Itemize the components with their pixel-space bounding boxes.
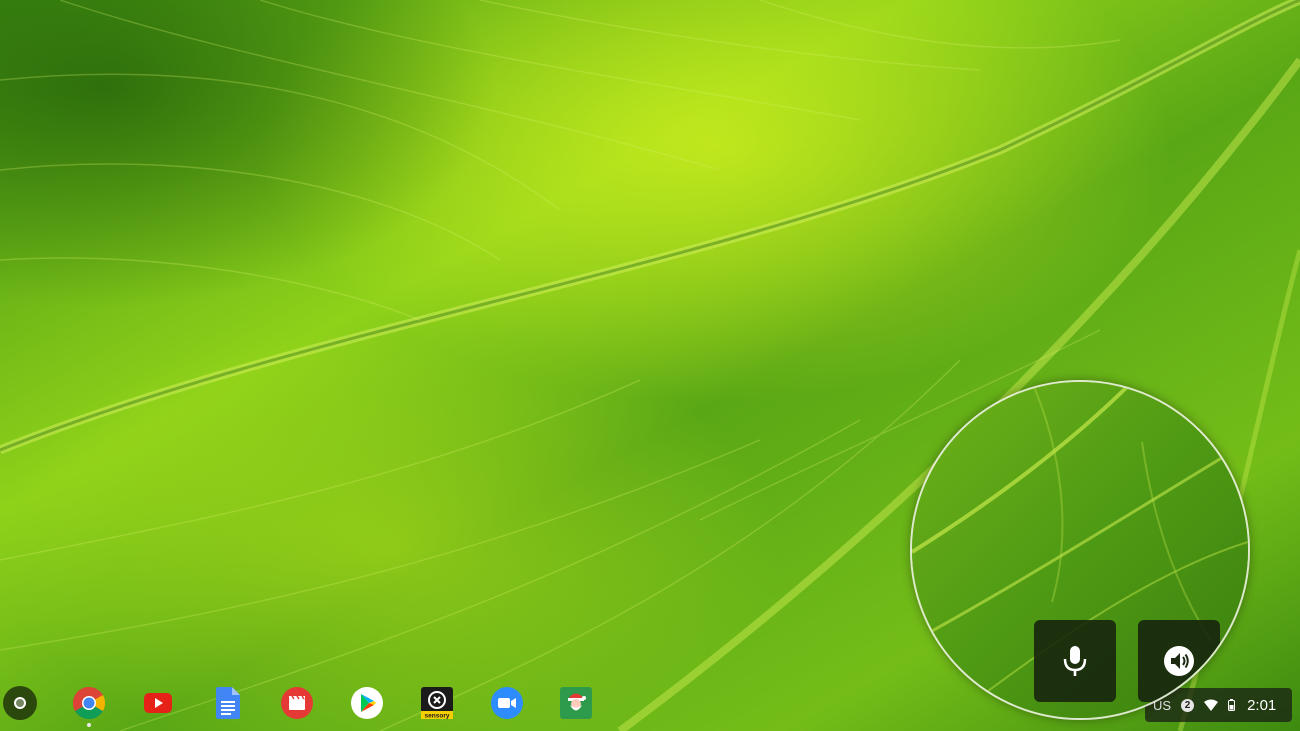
chrome-icon (72, 686, 106, 720)
docs-icon (216, 687, 240, 719)
sensory-label: sensory (425, 713, 450, 720)
shelf-app-docs[interactable] (211, 686, 245, 720)
running-indicator (87, 723, 91, 727)
shelf-app-play-store[interactable] (350, 686, 384, 720)
play-store-icon (351, 687, 383, 719)
shelf-app-zoom[interactable] (490, 686, 524, 720)
sensory-icon: sensory (421, 687, 453, 720)
launcher-button[interactable] (3, 686, 37, 720)
magnifier-lens (910, 380, 1250, 720)
youtube-icon (144, 693, 172, 713)
dictation-button[interactable] (1034, 620, 1116, 702)
zoom-camera-icon (491, 687, 523, 719)
clapperboard-icon (281, 687, 313, 719)
shelf-app-youtube[interactable] (141, 686, 175, 720)
clock-time[interactable]: 2:01 (1247, 697, 1276, 714)
santa-icon (560, 687, 592, 719)
shelf-app-chrome[interactable] (72, 686, 106, 727)
microphone-icon (1063, 646, 1087, 676)
shelf-app-video-player[interactable] (280, 686, 314, 720)
select-to-speak-button[interactable] (1138, 620, 1220, 702)
launcher-circle-icon (14, 697, 26, 709)
shelf-app-santa[interactable] (559, 686, 593, 720)
shelf-app-sensory[interactable]: sensory (420, 686, 454, 720)
speak-icon (1164, 646, 1194, 676)
